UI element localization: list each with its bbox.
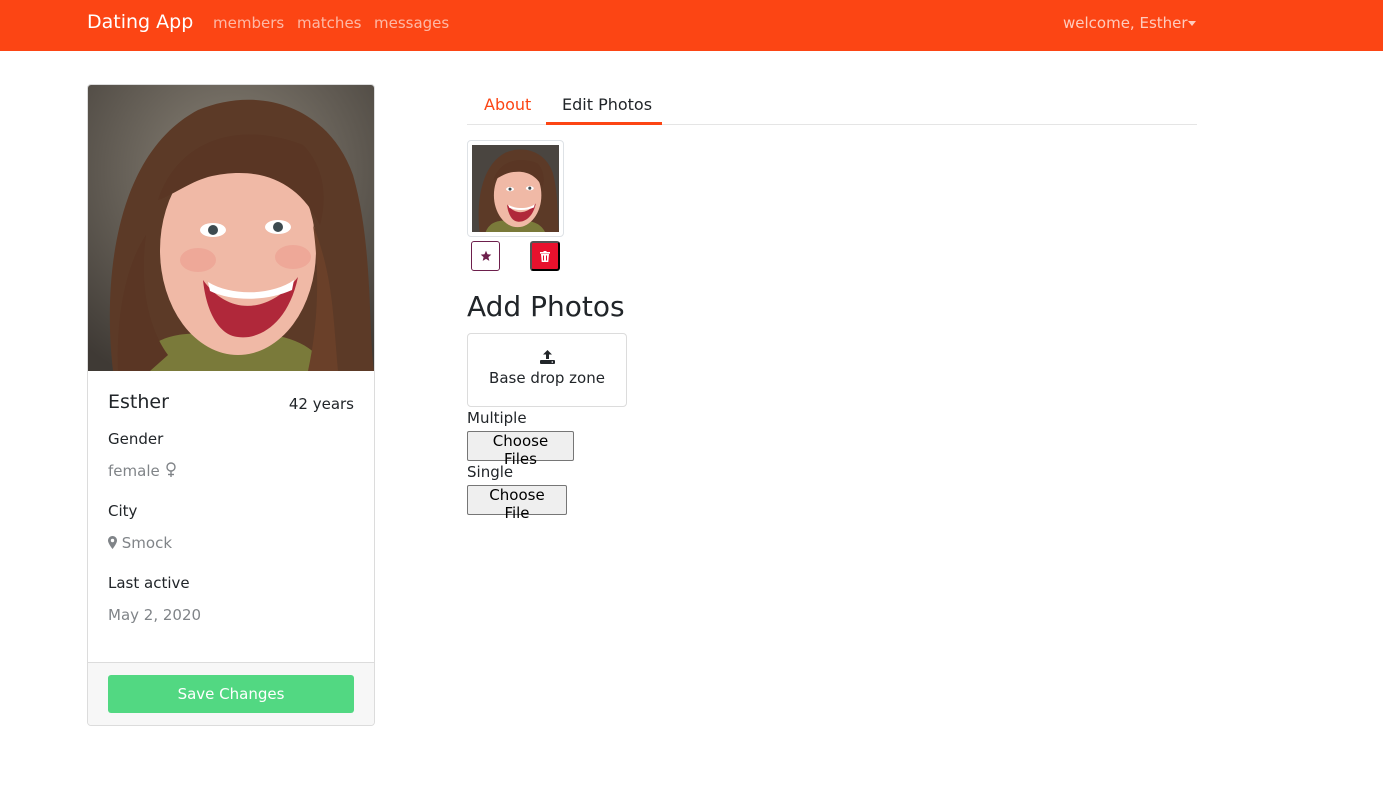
upload-icon bbox=[540, 350, 555, 364]
set-main-photo-button[interactable] bbox=[471, 241, 500, 271]
city-label: City bbox=[108, 502, 138, 520]
tab-edit-photos[interactable]: Edit Photos bbox=[562, 95, 652, 114]
nav-messages-link[interactable]: messages bbox=[374, 14, 449, 32]
tab-about[interactable]: About bbox=[484, 95, 531, 114]
card-footer: Save Changes bbox=[88, 662, 374, 725]
nav-members-link[interactable]: members bbox=[213, 14, 284, 32]
brand-link[interactable]: Dating App bbox=[87, 11, 193, 33]
profile-age: 42 years bbox=[288, 395, 354, 413]
city-value: Smock bbox=[108, 534, 172, 552]
nav-matches-link[interactable]: matches bbox=[297, 14, 361, 32]
choose-file-button[interactable]: Choose File bbox=[467, 485, 567, 522]
caret-down-icon[interactable] bbox=[1188, 21, 1196, 26]
trash-icon bbox=[540, 250, 550, 262]
add-photos-heading: Add Photos bbox=[467, 290, 625, 323]
choose-files-button[interactable]: Choose Files bbox=[467, 431, 574, 468]
base-drop-zone[interactable]: Base drop zone bbox=[467, 333, 627, 407]
gender-value: female bbox=[108, 462, 177, 480]
multiple-upload-label: Multiple bbox=[467, 409, 527, 427]
profile-name: Esther bbox=[108, 391, 169, 413]
navbar: Dating App members matches messages welc… bbox=[0, 0, 1383, 51]
active-tab-indicator bbox=[546, 122, 662, 125]
profile-card: Esther 42 years Gender female City Smock… bbox=[87, 84, 375, 726]
photo-thumbnail bbox=[467, 140, 564, 237]
profile-photo bbox=[88, 85, 374, 371]
gender-value-text: female bbox=[108, 462, 160, 480]
drop-zone-label: Base drop zone bbox=[489, 369, 605, 387]
city-value-text: Smock bbox=[121, 534, 173, 552]
single-upload-label: Single bbox=[467, 463, 514, 481]
save-changes-button[interactable]: Save Changes bbox=[108, 675, 354, 713]
star-icon bbox=[480, 250, 491, 261]
last-active-label: Last active bbox=[108, 574, 190, 592]
profile-tabs: About Edit Photos bbox=[467, 84, 1197, 125]
map-marker-icon bbox=[108, 536, 117, 549]
female-icon bbox=[165, 462, 176, 477]
delete-photo-button[interactable] bbox=[530, 241, 560, 271]
user-dropdown-toggle[interactable]: welcome, Esther bbox=[1063, 14, 1188, 32]
gender-label: Gender bbox=[108, 430, 164, 448]
last-active-value: May 2, 2020 bbox=[108, 606, 202, 624]
